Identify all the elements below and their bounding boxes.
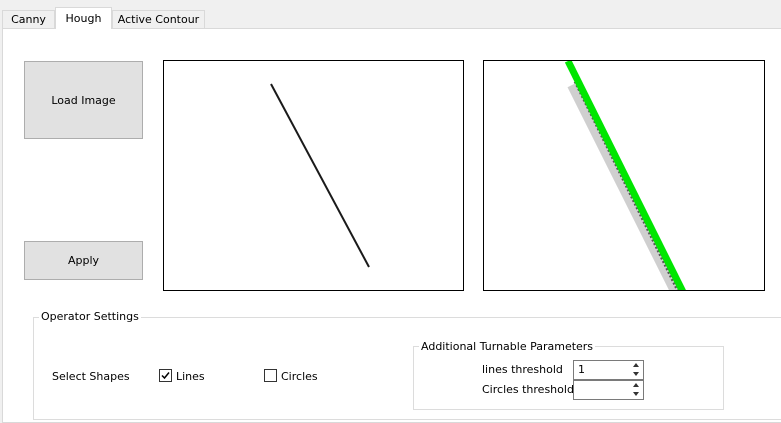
circles-threshold-spinbox[interactable] bbox=[573, 380, 644, 400]
circles-threshold-label: Circles threshold bbox=[482, 383, 574, 396]
tab-bar: Canny Hough Active Contour bbox=[0, 0, 781, 29]
spin-down-icon[interactable] bbox=[629, 390, 643, 399]
checkmark-icon bbox=[161, 372, 170, 380]
lines-threshold-spinbox[interactable]: 1 bbox=[573, 360, 644, 380]
lines-checkbox[interactable] bbox=[159, 369, 172, 382]
lines-threshold-label: lines threshold bbox=[482, 363, 563, 376]
apply-button[interactable]: Apply bbox=[24, 241, 143, 280]
output-image-view bbox=[483, 60, 765, 291]
spin-up-icon[interactable] bbox=[629, 381, 643, 390]
circles-checkbox[interactable] bbox=[264, 369, 277, 382]
operator-settings-title: Operator Settings bbox=[39, 310, 141, 323]
spin-down-icon[interactable] bbox=[629, 370, 643, 379]
load-image-button[interactable]: Load Image bbox=[24, 61, 143, 139]
hough-result-image bbox=[564, 61, 686, 290]
detected-line-overlay bbox=[564, 61, 686, 290]
tab-canny[interactable]: Canny bbox=[2, 10, 55, 28]
lines-threshold-value: 1 bbox=[578, 363, 585, 376]
additional-parameters-title: Additional Turnable Parameters bbox=[419, 340, 596, 353]
lines-checkbox-label[interactable]: Lines bbox=[176, 370, 205, 383]
input-image-view bbox=[163, 60, 464, 291]
input-line bbox=[270, 83, 370, 268]
select-shapes-label: Select Shapes bbox=[52, 370, 130, 383]
circles-checkbox-label[interactable]: Circles bbox=[281, 370, 318, 383]
input-line-image bbox=[270, 83, 370, 268]
circles-threshold-arrows bbox=[629, 381, 643, 399]
additional-parameters-group bbox=[413, 346, 724, 410]
spin-up-icon[interactable] bbox=[629, 361, 643, 370]
tab-hough[interactable]: Hough bbox=[55, 7, 112, 29]
tab-active-contour[interactable]: Active Contour bbox=[112, 10, 205, 28]
lines-threshold-arrows bbox=[629, 361, 643, 379]
